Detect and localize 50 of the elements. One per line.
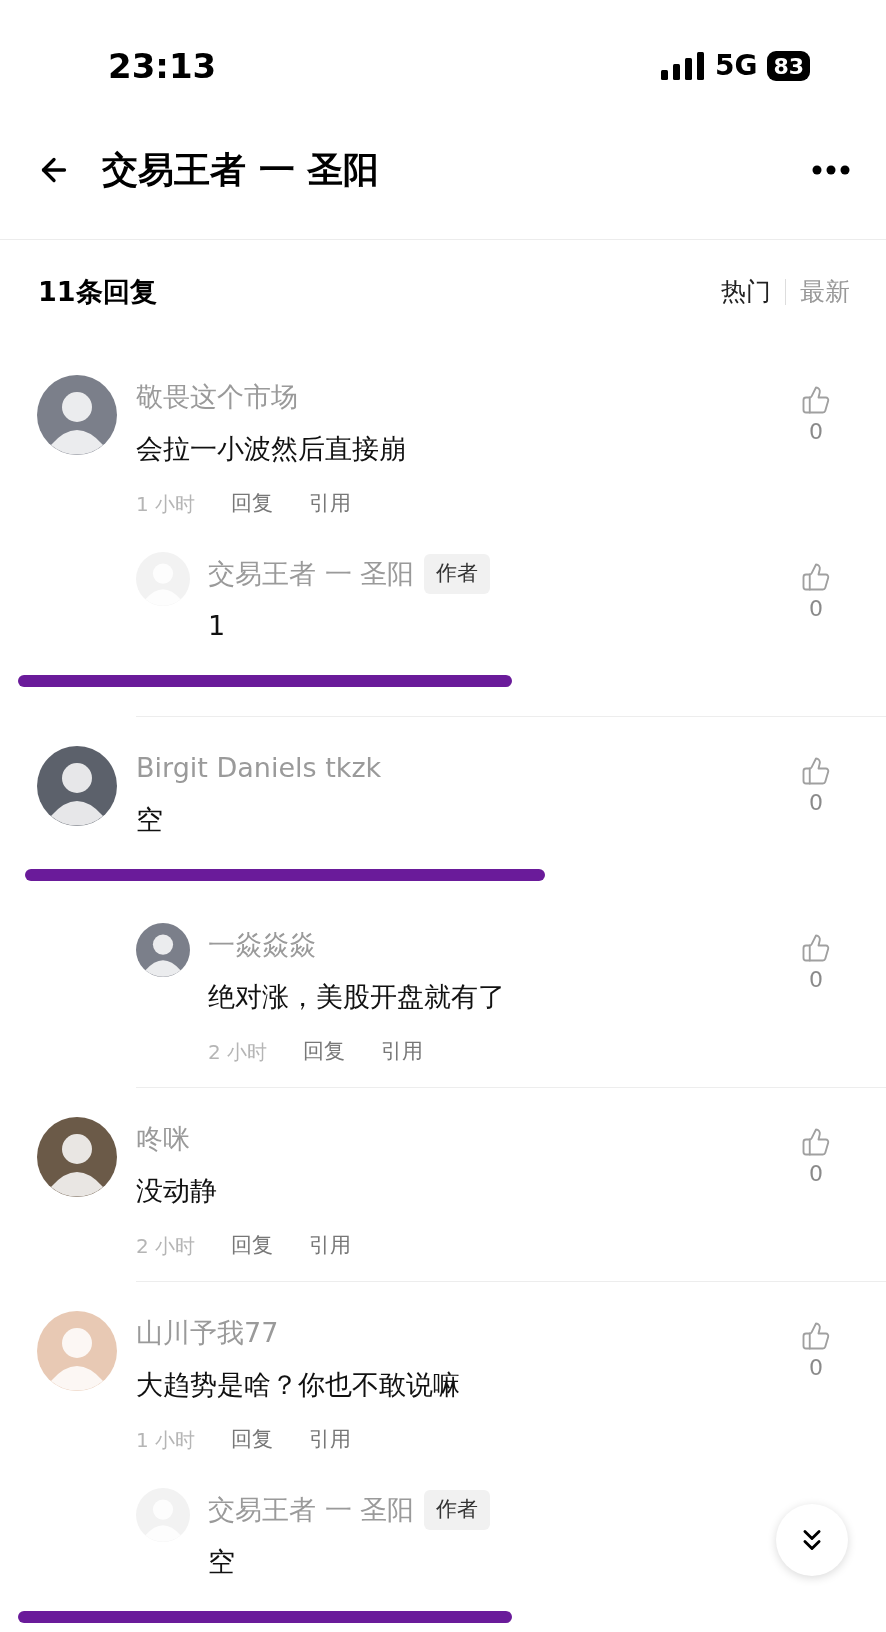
action-link[interactable]: 回复 xyxy=(231,1230,274,1262)
signal-icon xyxy=(660,52,705,80)
page-title: 交易王者 一 圣阳 xyxy=(102,147,381,192)
username[interactable]: 敬畏这个市场 xyxy=(136,376,298,418)
action-link[interactable]: 回复 xyxy=(303,1036,346,1068)
like-count: 0 xyxy=(809,969,823,991)
sort-tab[interactable]: 热门 xyxy=(721,273,771,311)
timestamp: 2 小时 xyxy=(136,1233,196,1260)
battery-icon: 83 xyxy=(767,51,810,81)
like-icon[interactable] xyxy=(801,385,831,415)
action-link[interactable]: 回复 xyxy=(231,488,274,520)
like-count: 0 xyxy=(809,598,823,620)
scroll-down-button[interactable] xyxy=(776,1504,848,1576)
username[interactable]: 山川予我77 xyxy=(136,1312,279,1354)
network-label: 5G xyxy=(714,48,758,84)
username[interactable]: Birgit Daniels tkzk xyxy=(136,747,382,789)
like-icon[interactable] xyxy=(801,756,831,786)
comment-text: 空 xyxy=(136,802,163,837)
author-badge: 作者 xyxy=(424,554,491,594)
action-link[interactable]: 引用 xyxy=(309,488,352,520)
like-icon[interactable] xyxy=(801,562,831,592)
like-count: 0 xyxy=(809,1163,823,1185)
action-link[interactable]: 引用 xyxy=(309,1424,352,1456)
like-count: 0 xyxy=(809,1357,823,1379)
comment-text: 空 xyxy=(208,1544,235,1579)
action-link[interactable]: 回复 xyxy=(231,1424,274,1456)
more-icon[interactable] xyxy=(812,164,850,175)
like-icon[interactable] xyxy=(801,933,831,963)
comment-text: 大趋势是啥？你也不敢说嘛 xyxy=(136,1367,460,1402)
like-count: 0 xyxy=(809,421,823,443)
like-icon[interactable] xyxy=(801,1127,831,1157)
action-link[interactable]: 引用 xyxy=(309,1230,352,1262)
like-icon[interactable] xyxy=(801,1321,831,1351)
comment-text: 没动静 xyxy=(136,1173,217,1208)
timestamp: 2 小时 xyxy=(208,1039,268,1066)
action-link[interactable]: 引用 xyxy=(381,1036,424,1068)
timestamp: 1 小时 xyxy=(136,491,196,518)
username[interactable]: 一焱焱焱 xyxy=(208,924,316,966)
username[interactable]: 咚咪 xyxy=(136,1118,190,1160)
comment-text: 会拉一小波然后直接崩 xyxy=(136,431,406,466)
comment-text: 1 xyxy=(208,608,226,643)
reply-count: 11条回复 xyxy=(38,274,157,309)
comment-text: 绝对涨，美股开盘就有了 xyxy=(208,979,505,1014)
timestamp: 1 小时 xyxy=(136,1427,196,1454)
sort-tab[interactable]: 最新 xyxy=(800,273,850,311)
clock: 23:13 xyxy=(108,44,217,88)
author-badge: 作者 xyxy=(424,1490,491,1530)
username[interactable]: 交易王者 一 圣阳 xyxy=(208,1489,415,1531)
username[interactable]: 交易王者 一 圣阳 xyxy=(208,553,415,595)
like-count: 0 xyxy=(809,792,823,814)
